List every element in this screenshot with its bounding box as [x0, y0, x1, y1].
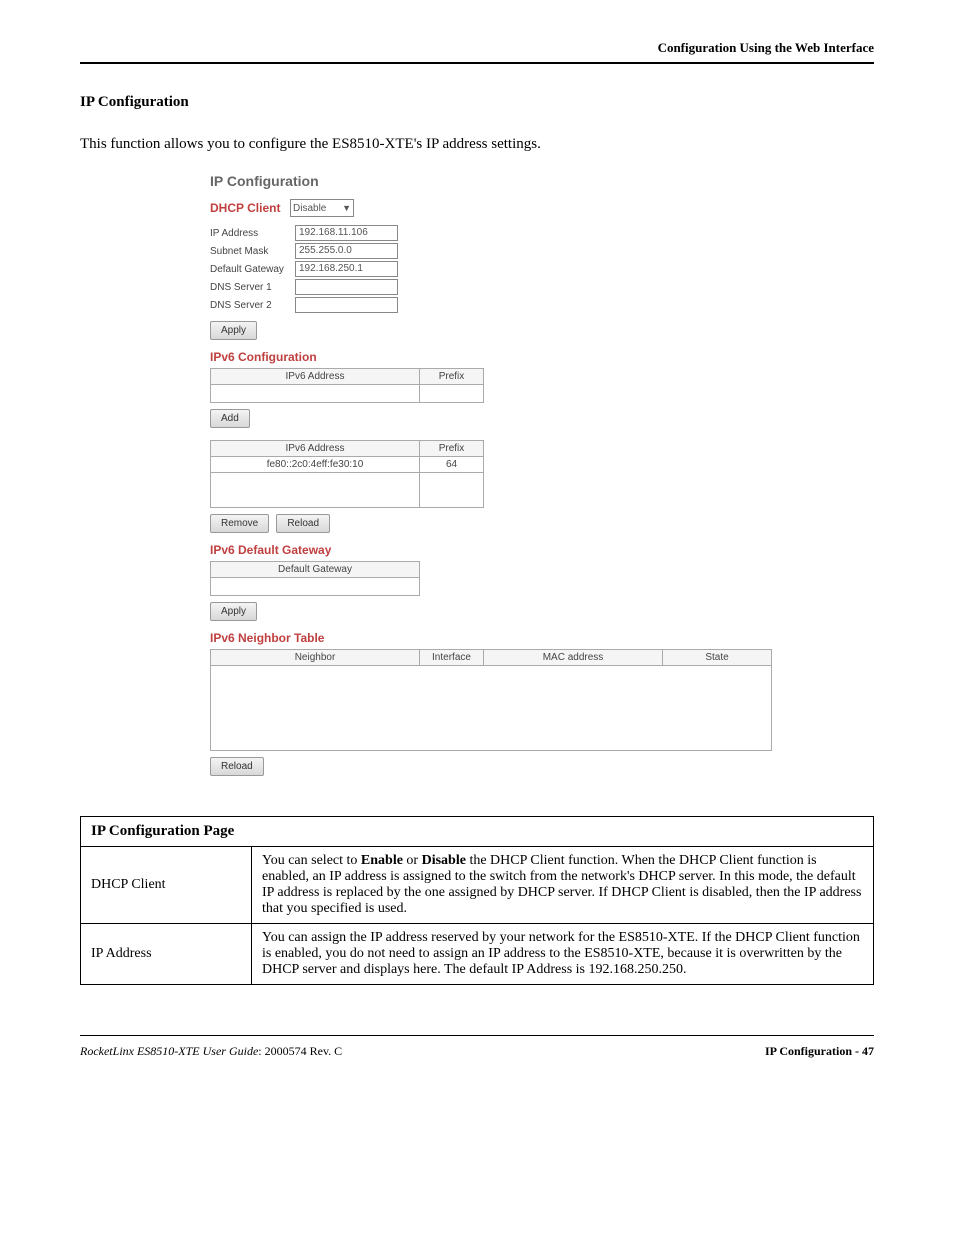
- ip-address-label: IP Address: [210, 228, 295, 239]
- info-table: IP Configuration Page DHCP Client You ca…: [80, 816, 874, 985]
- section-title: IP Configuration: [80, 94, 874, 111]
- info-row-desc: You can select to Enable or Disable the …: [252, 847, 874, 924]
- dhcp-client-label: DHCP Client: [210, 201, 290, 215]
- ipv6-neighbor-title: IPv6 Neighbor Table: [210, 631, 874, 645]
- dns2-input[interactable]: [295, 297, 398, 313]
- dns1-input[interactable]: [295, 279, 398, 295]
- reload-button[interactable]: Reload: [276, 514, 330, 533]
- info-row-desc: You can assign the IP address reserved b…: [252, 924, 874, 985]
- neighbor-header: Neighbor: [211, 650, 420, 666]
- dropdown-icon: ▼: [342, 203, 351, 213]
- ipv6-address-header-2: IPv6 Address: [211, 441, 420, 457]
- ipv6-row-address[interactable]: fe80::2c0:4eff:fe30:10: [211, 457, 420, 473]
- state-header: State: [663, 650, 772, 666]
- add-button[interactable]: Add: [210, 409, 250, 428]
- ip-address-input[interactable]: 192.168.11.106: [295, 225, 398, 241]
- page-header: Configuration Using the Web Interface: [80, 40, 874, 64]
- info-row-label: IP Address: [81, 924, 252, 985]
- ipv6-address-header: IPv6 Address: [211, 369, 420, 385]
- dns2-label: DNS Server 2: [210, 300, 295, 311]
- apply-button[interactable]: Apply: [210, 321, 257, 340]
- info-row-label: DHCP Client: [81, 847, 252, 924]
- default-gateway-input[interactable]: 192.168.250.1: [295, 261, 398, 277]
- neighbor-empty: [211, 666, 772, 751]
- footer-guide: RocketLinx ES8510-XTE User Guide: [80, 1044, 258, 1058]
- screenshot-title: IP Configuration: [210, 173, 874, 189]
- ipv6-address-input[interactable]: [211, 385, 420, 403]
- page-footer: RocketLinx ES8510-XTE User Guide: 200057…: [80, 1035, 874, 1059]
- prefix-header: Prefix: [420, 369, 484, 385]
- default-gateway-header: Default Gateway: [211, 562, 420, 578]
- ipv6-gateway-title: IPv6 Default Gateway: [210, 543, 874, 557]
- ipv6-gateway-table: Default Gateway: [210, 561, 420, 596]
- dns1-label: DNS Server 1: [210, 282, 295, 293]
- subnet-mask-label: Subnet Mask: [210, 246, 295, 257]
- dhcp-client-select[interactable]: Disable ▼: [290, 199, 354, 217]
- ipv6-row-prefix: 64: [420, 457, 484, 473]
- footer-rev: : 2000574 Rev. C: [258, 1044, 342, 1058]
- ipv6-add-table: IPv6 AddressPrefix: [210, 368, 484, 403]
- prefix-header-2: Prefix: [420, 441, 484, 457]
- apply-button-2[interactable]: Apply: [210, 602, 257, 621]
- prefix-input[interactable]: [420, 385, 484, 403]
- mac-header: MAC address: [484, 650, 663, 666]
- ipv6-list-table: IPv6 AddressPrefix fe80::2c0:4eff:fe30:1…: [210, 440, 484, 508]
- intro-text: This function allows you to configure th…: [80, 136, 874, 153]
- dhcp-client-value: Disable: [293, 203, 326, 214]
- config-screenshot: IP Configuration DHCP Client Disable ▼ I…: [210, 173, 874, 776]
- interface-header: Interface: [420, 650, 484, 666]
- default-gateway-label: Default Gateway: [210, 264, 295, 275]
- reload-button-2[interactable]: Reload: [210, 757, 264, 776]
- remove-button[interactable]: Remove: [210, 514, 269, 533]
- info-table-title: IP Configuration Page: [81, 817, 874, 847]
- footer-page: IP Configuration - 47: [765, 1044, 874, 1059]
- subnet-mask-input[interactable]: 255.255.0.0: [295, 243, 398, 259]
- default-gateway-input-v6[interactable]: [211, 578, 420, 596]
- ipv6-config-title: IPv6 Configuration: [210, 350, 874, 364]
- ipv6-empty-cell: [211, 473, 420, 508]
- ipv6-neighbor-table: Neighbor Interface MAC address State: [210, 649, 772, 751]
